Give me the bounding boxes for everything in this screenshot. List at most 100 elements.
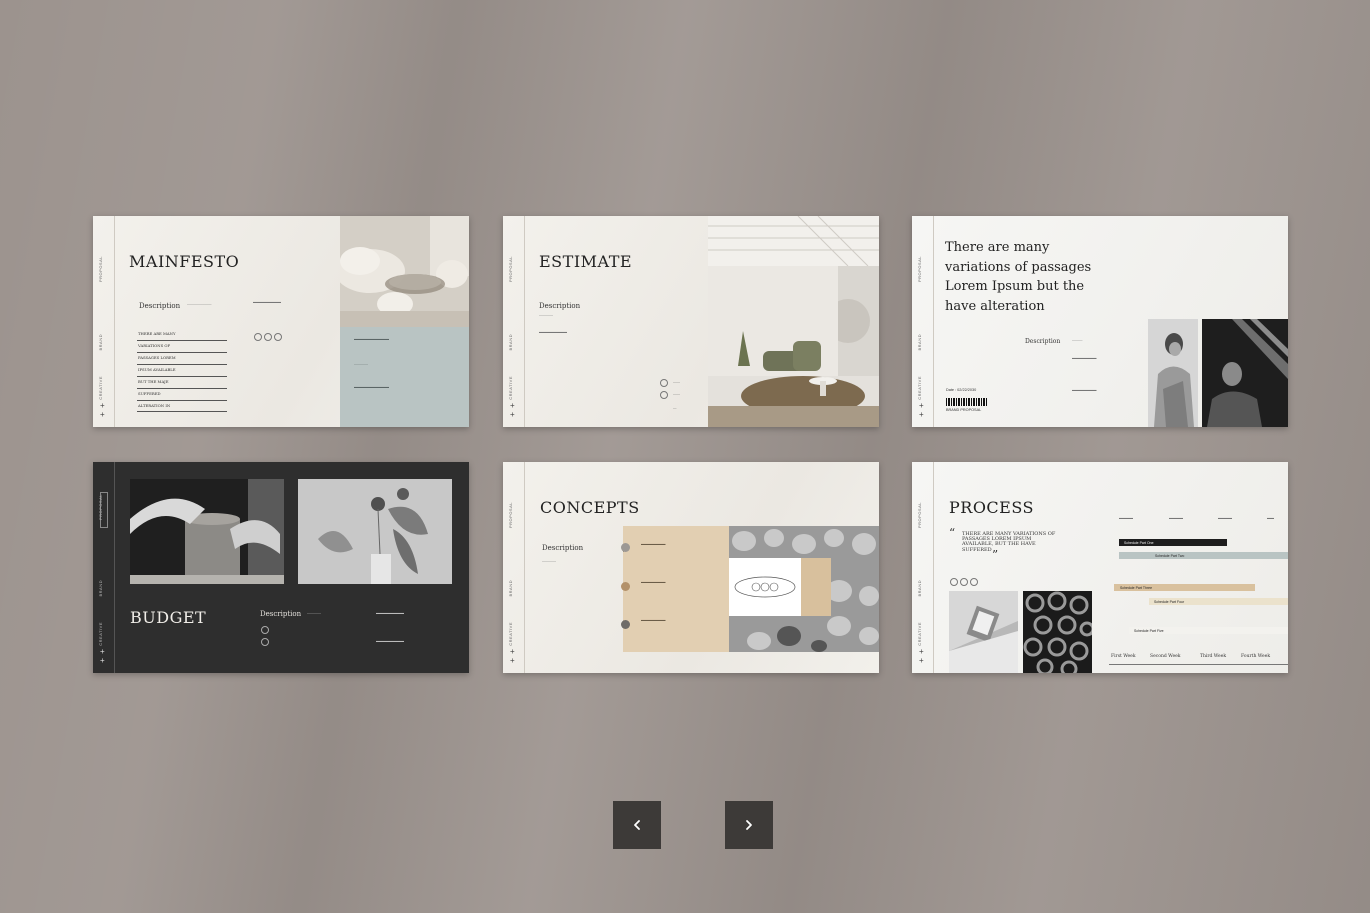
- rail-label-brand: BRAND: [98, 334, 103, 351]
- slide-rail: PROPOSAL BRAND CREATIVE + +: [503, 216, 525, 427]
- body-text: ▬▬▬▬▬▬▬: [1072, 356, 1097, 360]
- headline-line: There are many: [945, 240, 1050, 255]
- rail-label-proposal: PROPOSAL: [508, 256, 513, 283]
- description-text: ———: [1072, 338, 1083, 342]
- circle-icon: [660, 391, 668, 399]
- description-text: ———————: [187, 302, 212, 306]
- slide-manifesto[interactable]: PROPOSAL BRAND CREATIVE + + MAINFESTO De…: [93, 216, 469, 427]
- photo-living-room: [340, 216, 469, 327]
- circle-icon: [970, 578, 978, 586]
- timeline-axis: [1109, 664, 1288, 665]
- tan-panel: 01 02 03 ▬▬▬▬▬▬▬ ▬▬▬▬▬▬▬ ▬▬▬▬▬▬▬: [623, 526, 729, 652]
- slide-quote[interactable]: PROPOSAL BRAND CREATIVE + + There are ma…: [912, 216, 1288, 427]
- list-item: IPSUM AVAILABLE: [138, 367, 176, 372]
- list-item: THERE ARE MANY: [138, 331, 176, 336]
- date-text: Date : 02/22/2030: [946, 388, 977, 392]
- photo-hands-pot: [130, 479, 284, 584]
- rail-label-creative: CREATIVE: [508, 622, 513, 646]
- schedule-bar: [1119, 552, 1288, 559]
- quote-open-icon: “: [949, 526, 956, 540]
- list-item: VARIATIONS OF: [138, 343, 171, 348]
- slide-process[interactable]: PROPOSAL BRAND CREATIVE + + PROCESS “ TH…: [912, 462, 1288, 673]
- slide-rail: PROPOSAL BRAND CREATIVE + +: [912, 462, 934, 673]
- slide-estimate[interactable]: PROPOSAL BRAND CREATIVE + + ESTIMATE Des…: [503, 216, 879, 427]
- rail-label-proposal: PROPOSAL: [917, 502, 922, 529]
- slide-concepts[interactable]: PROPOSAL BRAND CREATIVE + + CONCEPTS Des…: [503, 462, 879, 673]
- schedule-note: ▬▬▬▬: [1218, 516, 1232, 520]
- prev-slide-button[interactable]: [613, 801, 661, 849]
- rail-label-creative: CREATIVE: [917, 376, 922, 400]
- photo-pottery: [729, 526, 879, 652]
- week-label: First Week: [1111, 654, 1136, 659]
- description-label: Description: [139, 302, 181, 310]
- dot-icon: [621, 543, 630, 552]
- description-label: Description: [1025, 338, 1061, 345]
- legend-text: ——: [673, 380, 680, 384]
- photo-portrait: [1148, 319, 1198, 427]
- schedule-label: Schedule Part Two: [1155, 553, 1185, 558]
- list-divider: [137, 400, 227, 401]
- slide-title: BUDGET: [130, 608, 207, 627]
- slide-rail: PROPOSAL BRAND CREATIVE + +: [93, 462, 115, 673]
- list-item: ALTERATION IN: [138, 403, 171, 408]
- chevron-left-icon: [634, 820, 640, 830]
- body-text: ▬▬▬▬▬▬▬▬: [376, 639, 404, 643]
- description-text: ————: [542, 559, 556, 563]
- brand-text: BRAND PROPOSAL: [946, 408, 982, 412]
- rail-label-brand: BRAND: [508, 580, 513, 597]
- circle-icon: [261, 626, 269, 634]
- body-text: ▬▬▬▬▬▬▬▬: [539, 330, 567, 334]
- plus-icon: +: [510, 647, 515, 656]
- photo-shadow-portrait: [1202, 319, 1288, 427]
- next-slide-button[interactable]: [725, 801, 773, 849]
- slide-title: CONCEPTS: [540, 498, 640, 517]
- slide-budget[interactable]: PROPOSAL BRAND CREATIVE + + BUDGET Descr…: [93, 462, 469, 673]
- dot-icon: [621, 582, 630, 591]
- process-quote: THERE ARE MANY VARIATIONS OF PASSAGES LO…: [962, 531, 1056, 553]
- quote-headline: There are many variations of passages Lo…: [945, 238, 1091, 316]
- body-text: ▬▬▬▬▬▬▬▬: [253, 300, 281, 304]
- plus-icon: +: [100, 647, 105, 656]
- body-text: ▬▬▬▬▬▬▬: [1072, 388, 1097, 392]
- slide-rail: PROPOSAL BRAND CREATIVE + +: [93, 216, 115, 427]
- list-divider: [137, 340, 227, 341]
- plus-icon: +: [100, 401, 105, 410]
- slide-title: MAINFESTO: [129, 252, 240, 271]
- week-label: Second Week: [1150, 654, 1181, 659]
- rail-label-brand: BRAND: [98, 580, 103, 597]
- list-divider: [137, 352, 227, 353]
- list-item: PASSAGES LOREM: [138, 355, 176, 360]
- plus-icon: +: [510, 410, 515, 419]
- rail-label-creative: CREATIVE: [508, 376, 513, 400]
- rail-label-brand: BRAND: [917, 334, 922, 351]
- plus-icon: +: [919, 410, 924, 419]
- list-divider: [137, 376, 227, 377]
- schedule-note: ▬▬▬▬: [1119, 516, 1133, 520]
- body-text: ▬▬▬▬▬▬▬▬: [376, 611, 404, 615]
- photo-flower: [298, 479, 452, 584]
- legend-text: —: [673, 406, 677, 410]
- rail-label-proposal: PROPOSAL: [98, 256, 103, 283]
- schedule-note: ▬▬: [1267, 516, 1274, 520]
- slide-rail: PROPOSAL BRAND CREATIVE + +: [912, 216, 934, 427]
- circle-icon: [261, 638, 269, 646]
- barcode-icon: [946, 398, 988, 406]
- blue-text-panel: ▬▬▬▬▬▬▬▬▬▬ ———— ▬▬▬▬▬▬▬▬▬▬: [340, 327, 469, 427]
- circle-icon: [660, 379, 668, 387]
- plus-icon: +: [510, 401, 515, 410]
- schedule-label: Schedule Part Three: [1120, 585, 1153, 590]
- list-divider: [137, 411, 227, 412]
- circle-icon: [960, 578, 968, 586]
- schedule-label: Schedule Part Five: [1134, 628, 1164, 633]
- photo-geometric: [949, 591, 1018, 673]
- rail-label-proposal: PROPOSAL: [508, 502, 513, 529]
- description-text: ————: [539, 313, 553, 317]
- quote-close-icon: ”: [992, 548, 999, 562]
- plus-icon: +: [100, 410, 105, 419]
- description-label: Description: [539, 302, 581, 310]
- list-divider: [137, 388, 227, 389]
- plus-icon: +: [919, 656, 924, 665]
- schedule-label: Schedule Part One: [1124, 540, 1154, 545]
- slide-title: PROCESS: [949, 498, 1034, 517]
- rail-label-creative: CREATIVE: [917, 622, 922, 646]
